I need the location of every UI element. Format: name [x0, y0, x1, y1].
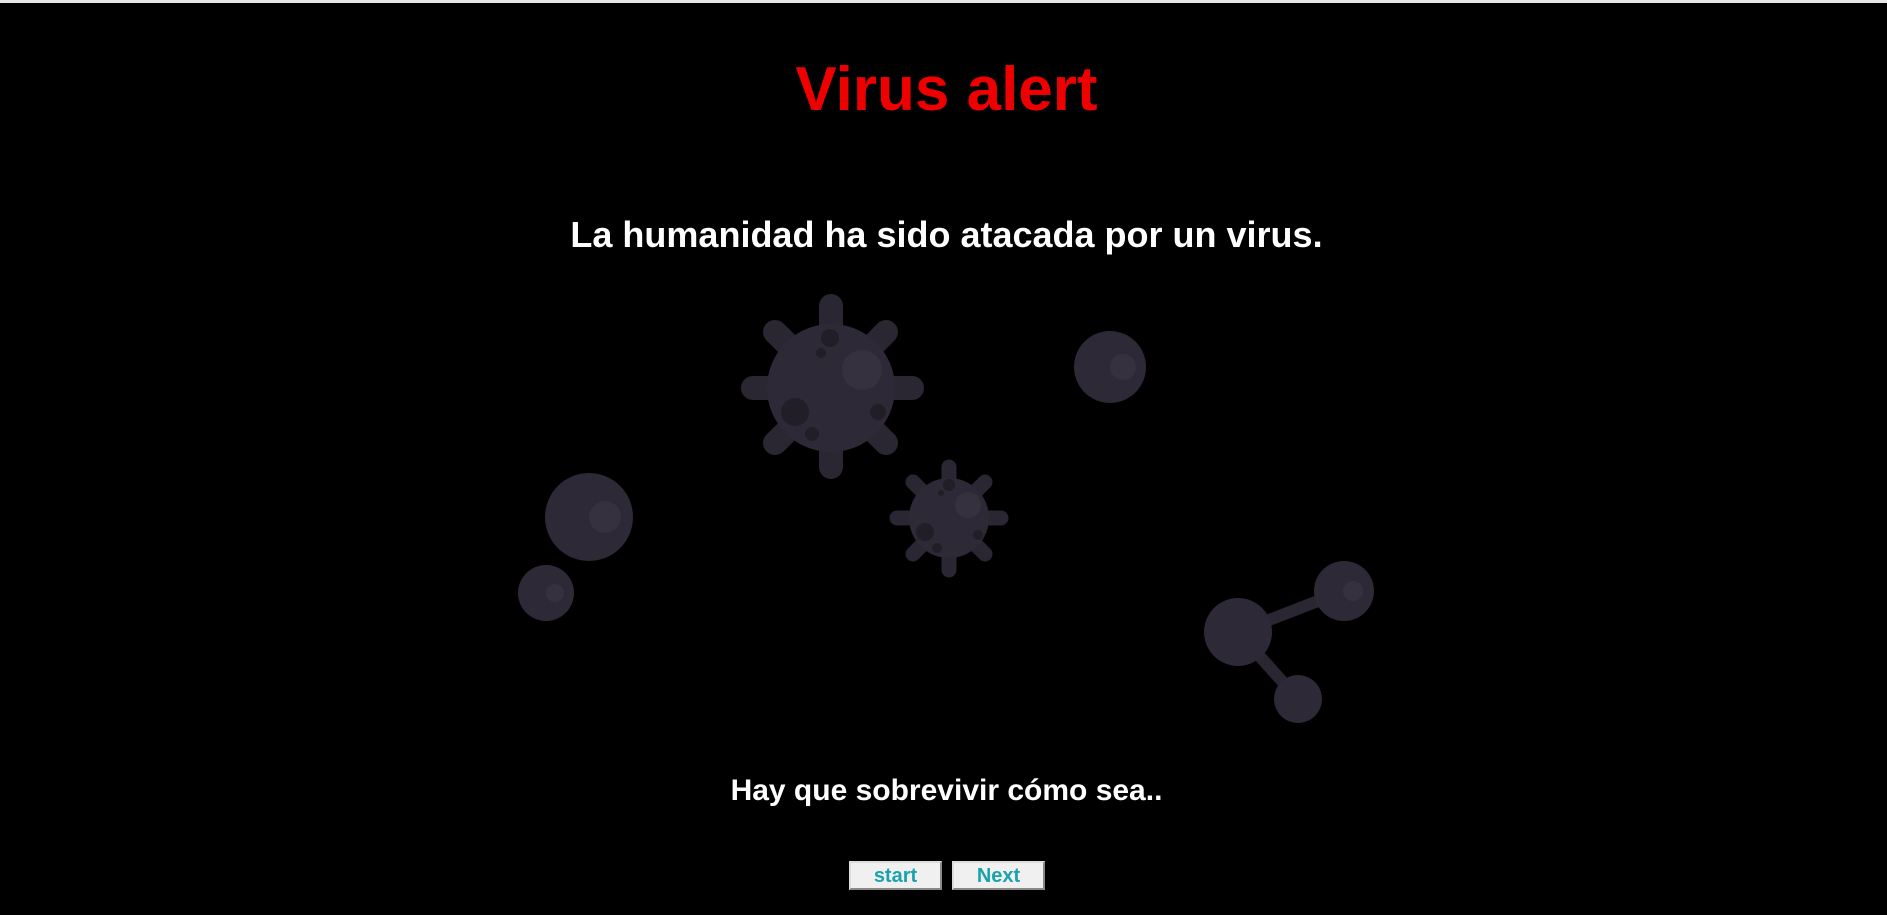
start-button[interactable]: start	[849, 861, 942, 890]
cell-icon	[1074, 331, 1146, 403]
page-title: Virus alert	[795, 55, 1098, 124]
top-border	[0, 0, 1887, 3]
small-virus-icon	[889, 459, 1009, 578]
cell-icon	[518, 473, 633, 621]
large-virus-icon	[741, 294, 924, 479]
tagline-text: Hay que sobrevivir cómo sea..	[730, 774, 1163, 807]
button-group: start Next	[849, 861, 1045, 890]
intro-text: La humanidad ha sido atacada por un viru…	[570, 214, 1323, 255]
molecule-icon	[1204, 561, 1374, 723]
next-button[interactable]: Next	[952, 861, 1045, 890]
